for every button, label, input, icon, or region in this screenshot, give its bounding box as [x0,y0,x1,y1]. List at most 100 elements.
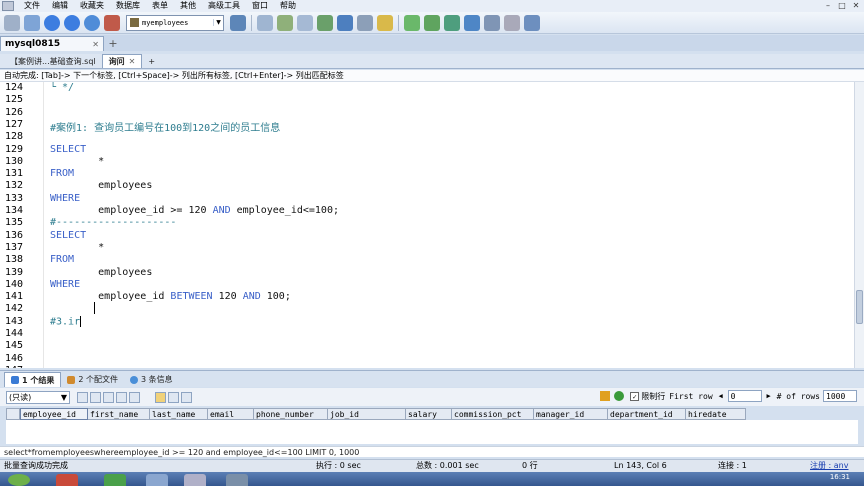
reset-filter-icon[interactable] [614,391,625,401]
editor-scrollbar[interactable] [854,82,864,368]
table-icon[interactable] [504,14,520,31]
refresh-results-icon[interactable] [129,391,140,403]
tab-messages[interactable]: 3 条信息 [124,372,179,387]
schema-designer-icon[interactable] [464,14,480,31]
code-line: └ */ [50,82,74,93]
column-header[interactable]: employee_id [20,408,88,420]
prev-page-icon[interactable]: ◀ [717,392,725,400]
column-header[interactable]: last_name [150,408,208,420]
column-header[interactable]: salary [406,408,452,420]
line-number: 136 [5,229,24,241]
menu-item[interactable]: 帮助 [274,0,302,12]
close-window-icon[interactable]: ✕ [850,1,862,11]
close-icon[interactable]: ✕ [129,57,136,66]
line-number: 144 [5,328,24,339]
new-query-icon[interactable] [24,14,40,31]
add-connection-icon[interactable]: + [107,38,119,50]
rows-input[interactable]: 1000 [823,390,857,402]
menu-item[interactable]: 高级工具 [202,0,246,12]
profile-icon [67,375,76,384]
taskbar-app-icon[interactable] [56,474,78,486]
filter-icon[interactable] [600,391,611,401]
tab-query-file[interactable]: 【案例讲...基础查询.sql [4,54,102,68]
limit-checkbox[interactable]: ✓ [630,391,640,401]
chevron-down-icon[interactable]: ▼ [213,19,223,26]
refresh-icon[interactable] [84,14,100,31]
result-mode-select[interactable]: (只读) ▼ [6,390,70,404]
start-icon[interactable] [8,474,30,486]
result-grid-body [6,420,858,444]
sql-editor[interactable]: 124 125 126 127 128 129 130 131 132 133 134 135 136 1… [0,82,864,368]
database-name: myemployees [142,18,189,27]
limit-controls: ✓ 限制行 First row ◀ 0 ▶ # of rows 1000 [600,390,860,402]
schema-sync-icon[interactable] [337,14,353,31]
add-row-icon[interactable] [90,391,101,403]
export-icon[interactable] [317,14,333,31]
column-header[interactable]: hiredate [686,408,746,420]
sql-keyword: WHERE [50,278,81,290]
grid-view-icon[interactable] [155,391,166,403]
next-page-icon[interactable]: ▶ [765,392,773,400]
execute-query-icon[interactable] [44,14,60,31]
minimize-icon[interactable]: – [822,1,834,11]
format-sql-icon[interactable] [404,14,420,31]
indent-icon[interactable] [444,14,460,31]
taskbar-app-icon[interactable] [104,474,126,486]
column-header[interactable]: phone_number [254,408,328,420]
duplicate-row-icon[interactable] [103,391,114,403]
menu-item[interactable]: 收藏夹 [74,0,110,12]
monitor-icon[interactable] [484,14,500,31]
column-header[interactable]: manager_id [534,408,608,420]
scheduler-icon[interactable] [524,14,540,31]
line-number: 127 [5,118,24,130]
database-select[interactable]: myemployees ▼ [126,14,224,31]
add-query-tab-icon[interactable]: + [142,54,161,68]
first-row-label: First row [669,391,713,401]
taskbar-app-icon[interactable] [146,474,168,486]
tab-results[interactable]: 1 个结果 [4,372,62,387]
tab-profile[interactable]: 2 个配文件 [61,372,124,387]
close-icon[interactable]: ✕ [92,40,99,49]
new-connection-icon[interactable] [4,14,20,31]
execute-all-icon[interactable] [64,14,80,31]
stop-query-icon[interactable] [104,14,120,31]
select-all-checkbox[interactable] [6,408,20,420]
scrollbar-thumb[interactable] [856,290,863,324]
text-view-icon[interactable] [181,391,192,403]
save-results-icon[interactable] [77,391,88,403]
executed-sql: select*fromemployeeswhereemployee_id >= … [0,446,864,457]
sql-keyword: AND [212,205,231,216]
comment-icon[interactable] [424,14,440,31]
sql-text: * [50,241,105,253]
sql-comment: #案例1: 查询员工编号在100到120之间的员工信息 [50,122,281,134]
backup-icon[interactable] [257,14,273,31]
column-header[interactable]: commission_pct [452,408,534,420]
menu-item[interactable]: 数据库 [110,0,146,12]
menu-item[interactable]: 表单 [146,0,174,12]
rows-label: # of rows [776,391,820,401]
tab-query[interactable]: 询问 ✕ [101,54,143,68]
taskbar-app-icon[interactable] [184,474,206,486]
chevron-down-icon[interactable]: ▼ [61,393,67,402]
first-row-input[interactable]: 0 [727,390,762,402]
restore-icon[interactable] [277,14,293,31]
register-link[interactable]: 注册 : anv [810,460,849,472]
table-data-icon[interactable] [357,14,373,31]
maximize-icon[interactable]: □ [836,1,848,11]
import-icon[interactable] [297,14,313,31]
column-header[interactable]: job_id [328,408,406,420]
menu-item[interactable]: 其他 [174,0,202,12]
user-manager-icon[interactable] [230,14,246,31]
menu-item[interactable]: 编辑 [46,0,74,12]
delete-row-icon[interactable] [116,391,127,403]
query-builder-icon[interactable] [377,14,393,31]
column-header[interactable]: department_id [608,408,686,420]
menu-item[interactable]: 文件 [18,0,46,12]
form-view-icon[interactable] [168,391,179,403]
connection-tab[interactable]: mysql0815 ✕ [0,36,104,51]
column-header[interactable]: email [208,408,254,420]
taskbar-app-icon[interactable] [226,474,248,486]
column-header[interactable]: first_name [88,408,150,420]
sql-text: employees [50,266,153,278]
menu-item[interactable]: 窗口 [246,0,274,12]
